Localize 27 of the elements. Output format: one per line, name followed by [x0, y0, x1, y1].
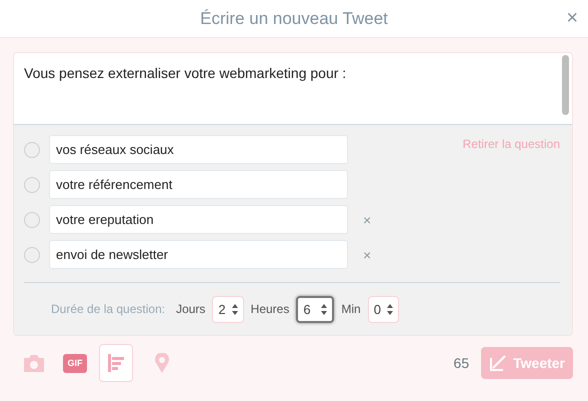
- field-label: Jours: [176, 302, 206, 316]
- dialog-title: Écrire un nouveau Tweet: [200, 8, 388, 28]
- option-field[interactable]: envoi de newsletter: [49, 240, 348, 269]
- tweet-text: Vous pensez externaliser votre webmarketing pour :: [24, 65, 346, 83]
- scrollbar[interactable]: [562, 55, 569, 115]
- stepper-icon: [386, 304, 393, 314]
- character-count: 65: [454, 355, 470, 371]
- field-label: Heures: [250, 302, 290, 316]
- option-field[interactable]: votre ereputation: [49, 205, 348, 234]
- poll-icon: [106, 353, 126, 373]
- stepper-icon: [232, 304, 238, 314]
- field-label: Min: [341, 302, 361, 316]
- radio-button[interactable]: [24, 176, 40, 192]
- radio-button[interactable]: [24, 246, 40, 262]
- poll-button[interactable]: [99, 344, 133, 382]
- number-select[interactable]: 2: [212, 296, 244, 322]
- number-select[interactable]: 6: [296, 296, 334, 322]
- camera-icon: [22, 354, 46, 372]
- location-pin-icon: [155, 353, 169, 373]
- stepper-icon: [321, 304, 328, 314]
- compose-icon: [489, 354, 508, 372]
- number-select[interactable]: 0: [368, 296, 399, 322]
- option-field[interactable]: votre référencement: [49, 170, 348, 199]
- duration-label: Durée de la question:: [51, 302, 166, 316]
- option-field[interactable]: vos réseaux sociaux: [49, 135, 348, 164]
- radio-button[interactable]: [24, 212, 40, 228]
- radio-button[interactable]: [24, 142, 40, 158]
